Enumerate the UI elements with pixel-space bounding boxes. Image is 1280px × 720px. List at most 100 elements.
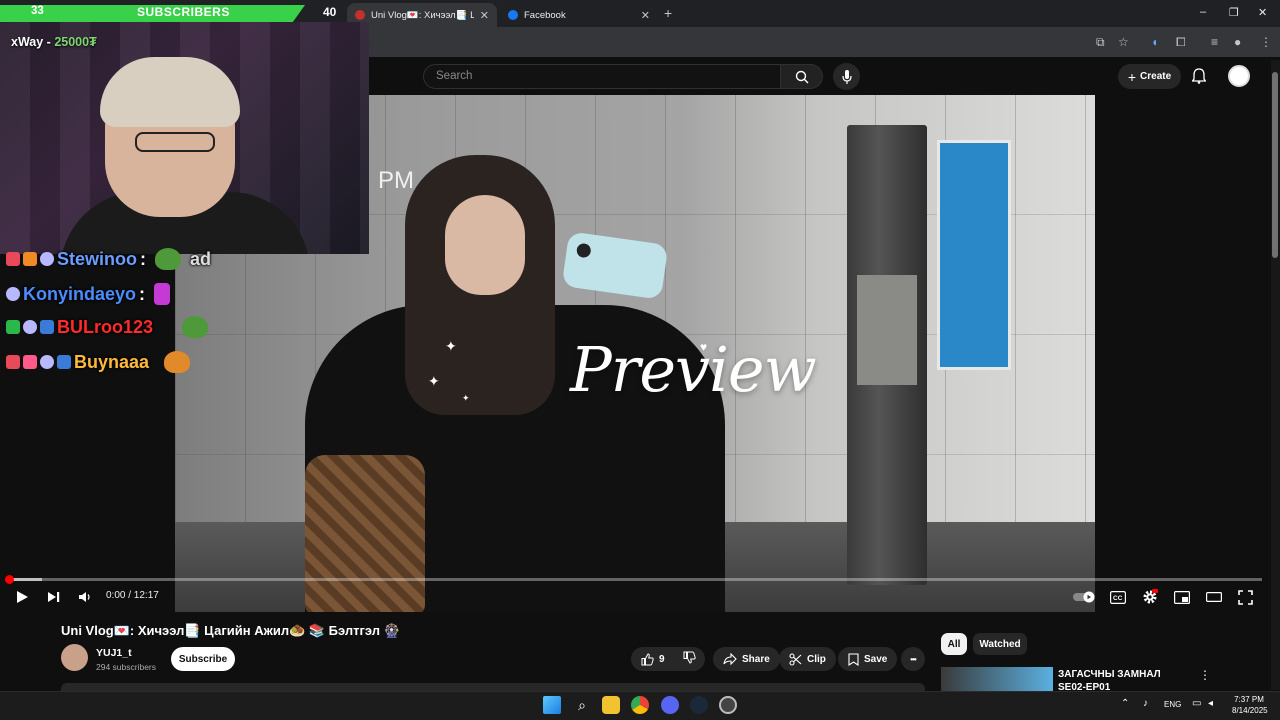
share-icon: [723, 653, 737, 665]
autoplay-toggle[interactable]: [1073, 589, 1097, 605]
channel-name[interactable]: YUJ1_t: [96, 647, 132, 659]
input-language[interactable]: ENG: [1164, 700, 1181, 709]
more-actions-button[interactable]: •••: [901, 647, 925, 671]
clip-button[interactable]: Clip: [779, 647, 836, 671]
steam-icon[interactable]: [690, 696, 708, 714]
file-explorer-icon[interactable]: [602, 696, 620, 714]
like-count: 9: [659, 653, 665, 665]
chat-message: Stewinoo: ad: [6, 248, 211, 270]
search-input[interactable]: Search: [423, 64, 781, 89]
tab-close-icon[interactable]: ✕: [641, 9, 650, 22]
tab-facebook[interactable]: Facebook ✕: [500, 3, 658, 27]
chat-badge-icon: [40, 320, 54, 334]
minimize-button[interactable]: –: [1200, 6, 1206, 18]
subscriber-goal-current: 33: [31, 5, 44, 17]
create-button[interactable]: + Create: [1118, 64, 1181, 89]
extensions-puzzle-icon[interactable]: ⧠: [1176, 35, 1186, 50]
app-icon[interactable]: [719, 696, 737, 714]
chip-watched[interactable]: Watched: [973, 633, 1027, 655]
chat-badge-icon: [6, 320, 20, 334]
autoplay-toggle-icon: [1073, 591, 1095, 603]
pepe-emote-icon: [164, 351, 191, 373]
miniplayer-icon: [1174, 590, 1190, 604]
media-controls-icon[interactable]: ≡: [1211, 35, 1218, 49]
video-title: Uni Vlog💌: Хичээл📑 Цагийн Ажил🧆 📚 Бэлтгэ…: [61, 623, 400, 638]
chat-badge-icon: [6, 355, 20, 369]
browser-menu-icon[interactable]: ⋮: [1260, 35, 1272, 49]
chip-all[interactable]: All: [941, 633, 967, 655]
taskbar-clock[interactable]: 7:37 PM 8/14/2025: [1232, 694, 1268, 716]
mute-button[interactable]: [78, 589, 92, 605]
miniplayer-button[interactable]: [1174, 589, 1190, 605]
tray-mic-icon[interactable]: ♪: [1143, 698, 1148, 709]
video-wall-poster: [937, 140, 1011, 370]
channel-subscribers: 294 subscribers: [96, 662, 157, 672]
new-tab-button[interactable]: +: [664, 5, 672, 21]
profile-icon[interactable]: ●: [1234, 35, 1241, 49]
video-person-bag: [305, 455, 425, 612]
plus-icon: +: [1127, 68, 1137, 85]
chrome-icon[interactable]: [631, 696, 649, 714]
skip-next-icon: [48, 592, 60, 602]
sparkle-icon: ✦: [428, 373, 440, 389]
subscribe-button[interactable]: Subscribe: [171, 647, 235, 671]
windows-start-icon[interactable]: [543, 696, 561, 714]
play-button[interactable]: [15, 589, 29, 605]
streamer-webcam: [0, 22, 369, 254]
voice-search-button[interactable]: [833, 63, 860, 90]
restore-button[interactable]: ❐: [1229, 6, 1239, 19]
description-box[interactable]: [61, 683, 925, 691]
captions-button[interactable]: CC: [1110, 589, 1126, 605]
video-overlay-text: Preview: [570, 333, 817, 406]
tab-close-icon[interactable]: ✕: [480, 9, 489, 22]
search-icon[interactable]: ⌕: [573, 696, 591, 714]
chat-username: Konyindaeyo: [23, 283, 137, 304]
next-button[interactable]: [47, 589, 61, 605]
chat-badge-icon: [40, 355, 54, 369]
search-icon: [795, 70, 808, 83]
search-button[interactable]: [781, 64, 823, 89]
dislike-button[interactable]: [683, 651, 696, 667]
chat-message: Buynaaa: [6, 351, 191, 373]
close-window-button[interactable]: ✕: [1258, 6, 1267, 19]
donation-alert: xWay - 25000₮: [11, 35, 97, 49]
install-app-icon[interactable]: ⧉: [1096, 35, 1105, 50]
progress-bar[interactable]: [8, 578, 1262, 581]
tab-uni-vlog[interactable]: Uni Vlog💌: Хичээл📑 Цагийн А ✕: [347, 3, 497, 27]
chat-badge-icon: [23, 320, 37, 334]
progress-scrubber[interactable]: [5, 575, 14, 584]
settings-button[interactable]: [1142, 589, 1158, 605]
chat-badge-icon: [23, 355, 37, 369]
streamer-glasses: [135, 132, 215, 152]
tray-network-icon[interactable]: ▭: [1192, 698, 1201, 709]
extension-icon[interactable]: ◖: [1151, 35, 1158, 49]
discord-icon[interactable]: [661, 696, 679, 714]
pepe-emote-icon: [182, 316, 209, 338]
save-button[interactable]: Save: [838, 647, 898, 671]
tray-chevron-icon[interactable]: ⌃: [1121, 698, 1129, 709]
donation-user: xWay: [11, 35, 44, 49]
channel-avatar[interactable]: [61, 644, 88, 671]
recommended-title[interactable]: ЗАГАСЧНЫ ЗАМНАЛ SE02-EP01: [1058, 668, 1188, 690]
bookmark-star-icon[interactable]: ☆: [1118, 35, 1129, 49]
share-button[interactable]: Share: [713, 647, 780, 671]
chat-username: Buynaaa: [74, 351, 150, 372]
account-avatar[interactable]: [1228, 65, 1250, 87]
screen: Uni Vlog💌: Хичээл📑 Цагийн А ✕ Facebook ✕…: [0, 0, 1280, 720]
play-icon: [17, 591, 28, 603]
tray-volume-icon[interactable]: ◂: [1208, 698, 1213, 709]
page-scrollbar-thumb[interactable]: [1272, 72, 1278, 258]
fullscreen-button[interactable]: [1238, 589, 1253, 605]
bell-icon: [1191, 68, 1207, 84]
recommended-more-icon[interactable]: ⋮: [1199, 668, 1211, 682]
sparkle-icon: ✦: [462, 393, 470, 403]
like-button[interactable]: 9: [641, 652, 665, 666]
recommended-thumbnail[interactable]: [941, 667, 1053, 691]
clock-date: 8/14/2025: [1232, 706, 1268, 715]
theater-mode-button[interactable]: [1206, 589, 1222, 605]
gear-icon: [1143, 589, 1158, 604]
notifications-button[interactable]: [1191, 68, 1207, 89]
facebook-favicon-icon: [508, 10, 518, 20]
donation-amount: 25000₮: [54, 35, 97, 49]
chat-badge-icon: [6, 252, 20, 266]
